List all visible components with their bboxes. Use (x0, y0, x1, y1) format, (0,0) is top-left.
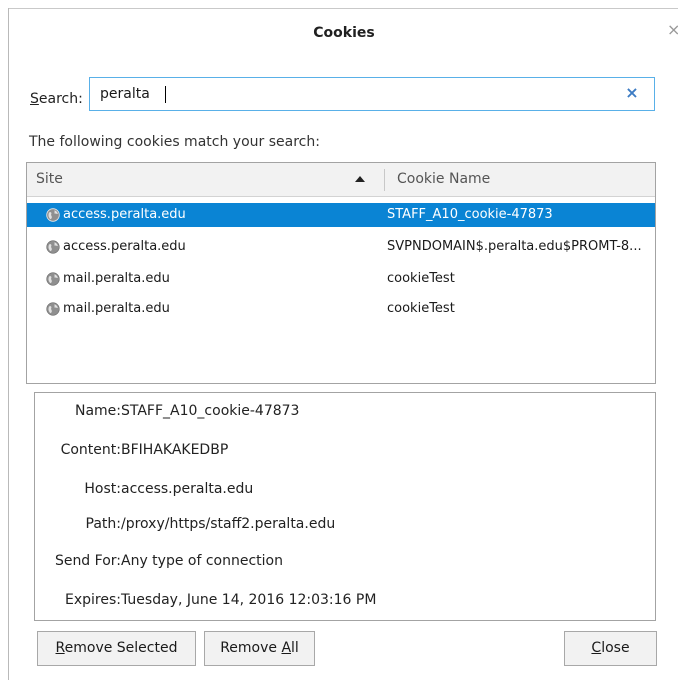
row-cookie-name: SVPNDOMAIN$.peralta.edu$PROMT-8... (387, 239, 642, 254)
detail-label: Host: (84, 481, 121, 497)
detail-value: /proxy/https/staff2.peralta.edu (121, 516, 336, 532)
table-row[interactable]: access.peralta.edu SVPNDOMAIN$.peralta.e… (27, 235, 655, 259)
detail-value: BFIHAKAKEDBP (121, 442, 229, 458)
search-field[interactable]: × (89, 77, 655, 111)
detail-value: access.peralta.edu (121, 481, 254, 497)
title-bar: Cookies × (9, 8, 678, 59)
detail-row-send-for: Send For: Any type of connection (35, 553, 635, 573)
globe-icon (46, 240, 60, 254)
remove-selected-button[interactable]: Remove Selected (37, 631, 196, 666)
detail-row-host: Host: access.peralta.edu (35, 481, 635, 501)
cookie-details-panel: Name: STAFF_A10_cookie-47873 Content: BF… (34, 392, 656, 621)
table-row[interactable]: mail.peralta.edu cookieTest (27, 297, 655, 321)
detail-value: STAFF_A10_cookie-47873 (121, 403, 300, 419)
clear-search-icon[interactable]: × (624, 85, 640, 101)
close-icon[interactable]: × (667, 22, 678, 38)
search-label: Search: (30, 91, 83, 107)
close-label: lose (601, 640, 630, 656)
remove-selected-accesskey: R (55, 640, 65, 656)
search-label-accesskey: S (30, 91, 39, 107)
row-site: access.peralta.edu (63, 207, 186, 222)
detail-row-content: Content: BFIHAKAKEDBP (35, 442, 635, 462)
sort-ascending-icon (355, 176, 365, 182)
column-header-cookie-name[interactable]: Cookie Name (397, 171, 490, 187)
detail-value: Tuesday, June 14, 2016 12:03:16 PM (121, 592, 377, 608)
remove-all-button[interactable]: Remove All (204, 631, 315, 666)
remove-selected-label: emove Selected (64, 640, 178, 656)
row-cookie-name: STAFF_A10_cookie-47873 (387, 207, 553, 222)
close-button[interactable]: Close (564, 631, 657, 666)
remove-all-label-start: Remove (220, 640, 282, 656)
detail-label: Name: (74, 403, 121, 419)
detail-row-expires: Expires: Tuesday, June 14, 2016 12:03:16… (35, 592, 635, 612)
globe-icon (46, 208, 60, 222)
table-row[interactable]: access.peralta.edu STAFF_A10_cookie-4787… (27, 203, 655, 227)
close-accesskey: C (591, 640, 602, 656)
row-site: access.peralta.edu (63, 239, 186, 254)
remove-all-accesskey: A (281, 640, 292, 656)
match-description: The following cookies match your search: (29, 134, 320, 150)
detail-label: Content: (60, 442, 121, 458)
globe-icon (46, 272, 60, 286)
column-divider[interactable] (384, 169, 385, 191)
search-label-text: earch: (38, 91, 83, 107)
row-site: mail.peralta.edu (63, 301, 170, 316)
detail-label: Expires: (65, 592, 121, 608)
detail-row-name: Name: STAFF_A10_cookie-47873 (35, 403, 635, 423)
text-caret (165, 86, 166, 103)
cookies-table[interactable]: Site Cookie Name access.peralta.edu STAF… (26, 162, 656, 384)
table-header: Site Cookie Name (27, 163, 655, 197)
table-row[interactable]: mail.peralta.edu cookieTest (27, 267, 655, 291)
column-header-site[interactable]: Site (36, 171, 63, 187)
row-cookie-name: cookieTest (387, 301, 455, 316)
row-cookie-name: cookieTest (387, 271, 455, 286)
globe-icon (46, 302, 60, 316)
row-site: mail.peralta.edu (63, 271, 170, 286)
detail-row-path: Path: /proxy/https/staff2.peralta.edu (35, 516, 635, 536)
remove-all-label-end: ll (291, 640, 299, 656)
detail-label: Send For: (54, 553, 121, 569)
dialog-title: Cookies (313, 25, 375, 41)
search-input[interactable] (100, 84, 600, 104)
detail-value: Any type of connection (121, 553, 283, 569)
detail-label: Path: (85, 516, 121, 532)
